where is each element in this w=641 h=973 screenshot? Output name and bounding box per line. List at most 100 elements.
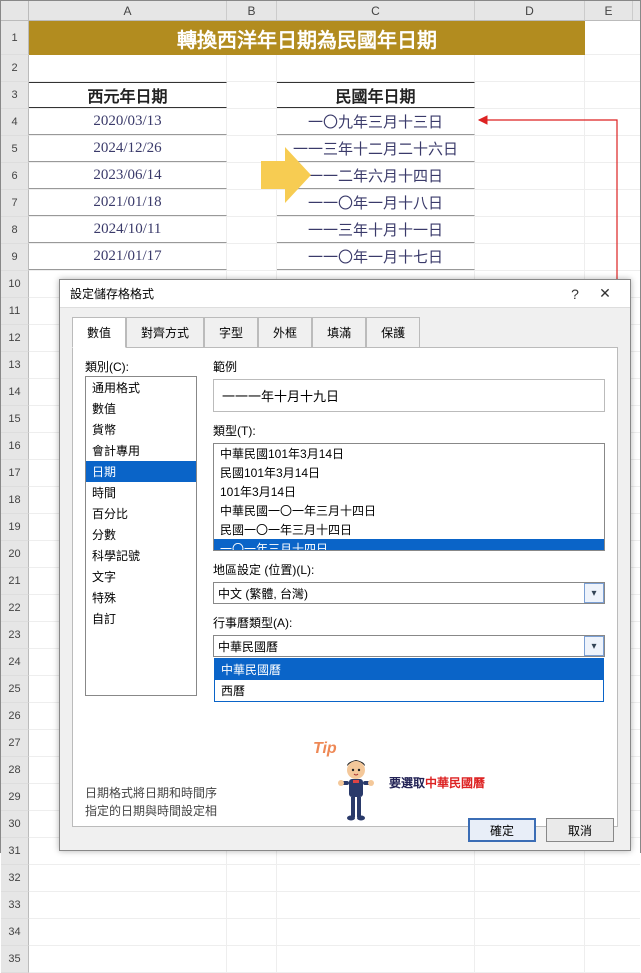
help-button[interactable]: ? xyxy=(560,286,590,302)
roc-date[interactable]: 一一〇年一月十八日 xyxy=(277,190,475,216)
roc-date[interactable]: 一一〇年一月十七日 xyxy=(277,244,475,270)
cancel-button[interactable]: 取消 xyxy=(546,818,614,842)
type-item[interactable]: 民國一〇一年三月十四日 xyxy=(214,520,604,539)
western-date[interactable]: 2021/01/17 xyxy=(29,244,227,270)
row-2 xyxy=(29,55,640,82)
western-date[interactable]: 2024/10/11 xyxy=(29,217,227,243)
row-header-33[interactable]: 33 xyxy=(1,892,29,919)
calendar-option[interactable]: 中華民國曆 xyxy=(215,659,603,680)
calendar-dropdown[interactable]: 中華民國曆西曆 xyxy=(214,658,604,702)
category-item[interactable]: 時間 xyxy=(86,482,196,503)
row-header-21[interactable]: 21 xyxy=(1,568,29,595)
row-header-20[interactable]: 20 xyxy=(1,541,29,568)
row-header-11[interactable]: 11 xyxy=(1,298,29,325)
row-header-34[interactable]: 34 xyxy=(1,919,29,946)
row-header-15[interactable]: 15 xyxy=(1,406,29,433)
col-header-C[interactable]: C xyxy=(277,1,475,20)
col-header-A[interactable]: A xyxy=(29,1,227,20)
row-header-1[interactable]: 1 xyxy=(1,21,29,55)
category-item[interactable]: 日期 xyxy=(86,461,196,482)
category-item[interactable]: 特殊 xyxy=(86,587,196,608)
category-item[interactable]: 文字 xyxy=(86,566,196,587)
western-date[interactable]: 2023/06/14 xyxy=(29,163,227,189)
format-cells-dialog: 設定儲存格格式 ? ✕ 數值對齊方式字型外框填滿保護 類別(C): 通用格式數值… xyxy=(59,279,631,851)
locale-combo[interactable]: 中文 (繁體, 台灣) ▾ xyxy=(213,582,605,604)
category-item[interactable]: 貨幣 xyxy=(86,419,196,440)
row-header-25[interactable]: 25 xyxy=(1,676,29,703)
category-item[interactable]: 數值 xyxy=(86,398,196,419)
ok-button[interactable]: 確定 xyxy=(468,818,536,842)
tab-3[interactable]: 外框 xyxy=(258,317,312,348)
row-header-13[interactable]: 13 xyxy=(1,352,29,379)
row-header-30[interactable]: 30 xyxy=(1,811,29,838)
type-item[interactable]: 一〇一年三月十四日 xyxy=(214,539,604,551)
calendar-combo[interactable]: 中華民國曆 ▾ 中華民國曆西曆 xyxy=(213,635,605,657)
row-header-29[interactable]: 29 xyxy=(1,784,29,811)
tab-1[interactable]: 對齊方式 xyxy=(126,317,204,348)
tab-number: 類別(C): 通用格式數值貨幣會計專用日期時間百分比分數科學記號文字特殊自訂 範… xyxy=(72,347,618,827)
tab-2[interactable]: 字型 xyxy=(204,317,258,348)
col-header-E[interactable]: E xyxy=(585,1,633,20)
western-date[interactable]: 2024/12/26 xyxy=(29,136,227,162)
row-header-23[interactable]: 23 xyxy=(1,622,29,649)
row-header-19[interactable]: 19 xyxy=(1,514,29,541)
category-item[interactable]: 百分比 xyxy=(86,503,196,524)
western-date[interactable]: 2021/01/18 xyxy=(29,190,227,216)
row-header-16[interactable]: 16 xyxy=(1,433,29,460)
row-header-32[interactable]: 32 xyxy=(1,865,29,892)
row-header-35[interactable]: 35 xyxy=(1,946,29,973)
type-list[interactable]: 中華民國101年3月14日民國101年3月14日101年3月14日中華民國一〇一… xyxy=(213,443,605,551)
row-header-28[interactable]: 28 xyxy=(1,757,29,784)
type-item[interactable]: 101年3月14日 xyxy=(214,482,604,501)
chevron-down-icon[interactable]: ▾ xyxy=(584,636,604,656)
category-label: 類別(C): xyxy=(85,358,129,375)
table-row: 2021/01/17 一一〇年一月十七日 xyxy=(29,244,640,271)
category-list[interactable]: 通用格式數值貨幣會計專用日期時間百分比分數科學記號文字特殊自訂 xyxy=(85,376,197,696)
row-header-4[interactable]: 4 xyxy=(1,109,29,136)
row-header-6[interactable]: 6 xyxy=(1,163,29,190)
roc-date[interactable]: 一〇九年三月十三日 xyxy=(277,109,475,135)
table-row: 2021/01/18 一一〇年一月十八日 xyxy=(29,190,640,217)
format-note: 日期格式將日期和時間序 指定的日期與時間設定相 xyxy=(85,784,605,820)
type-item[interactable]: 中華民國一〇一年三月十四日 xyxy=(214,501,604,520)
roc-date[interactable]: 一一三年十月十一日 xyxy=(277,217,475,243)
row-header-2[interactable]: 2 xyxy=(1,55,29,82)
row-header-7[interactable]: 7 xyxy=(1,190,29,217)
roc-date[interactable]: 一一三年十二月二十六日 xyxy=(277,136,475,162)
row-header-27[interactable]: 27 xyxy=(1,730,29,757)
type-item[interactable]: 民國101年3月14日 xyxy=(214,463,604,482)
chevron-down-icon[interactable]: ▾ xyxy=(584,583,604,603)
roc-date[interactable]: 一一二年六月十四日 xyxy=(277,163,475,189)
category-item[interactable]: 通用格式 xyxy=(86,377,196,398)
tab-5[interactable]: 保護 xyxy=(366,317,420,348)
row-header-3[interactable]: 3 xyxy=(1,82,29,109)
row-header-18[interactable]: 18 xyxy=(1,487,29,514)
tab-4[interactable]: 填滿 xyxy=(312,317,366,348)
row-header-22[interactable]: 22 xyxy=(1,595,29,622)
row-33 xyxy=(29,892,640,919)
row-header-26[interactable]: 26 xyxy=(1,703,29,730)
row-32 xyxy=(29,865,640,892)
row-header-9[interactable]: 9 xyxy=(1,244,29,271)
western-date[interactable]: 2020/03/13 xyxy=(29,109,227,135)
row-header-14[interactable]: 14 xyxy=(1,379,29,406)
calendar-option[interactable]: 西曆 xyxy=(215,680,603,701)
type-item[interactable]: 中華民國101年3月14日 xyxy=(214,444,604,463)
close-button[interactable]: ✕ xyxy=(590,285,620,302)
select-all-corner[interactable] xyxy=(1,1,29,20)
row-header-31[interactable]: 31 xyxy=(1,838,29,865)
row-header-8[interactable]: 8 xyxy=(1,217,29,244)
row-35 xyxy=(29,946,640,973)
category-item[interactable]: 科學記號 xyxy=(86,545,196,566)
row-header-17[interactable]: 17 xyxy=(1,460,29,487)
row-header-10[interactable]: 10 xyxy=(1,271,29,298)
row-header-12[interactable]: 12 xyxy=(1,325,29,352)
col-header-D[interactable]: D xyxy=(475,1,585,20)
col-header-B[interactable]: B xyxy=(227,1,277,20)
tab-0[interactable]: 數值 xyxy=(72,317,126,348)
category-item[interactable]: 分數 xyxy=(86,524,196,545)
row-header-5[interactable]: 5 xyxy=(1,136,29,163)
category-item[interactable]: 自訂 xyxy=(86,608,196,629)
row-header-24[interactable]: 24 xyxy=(1,649,29,676)
category-item[interactable]: 會計專用 xyxy=(86,440,196,461)
